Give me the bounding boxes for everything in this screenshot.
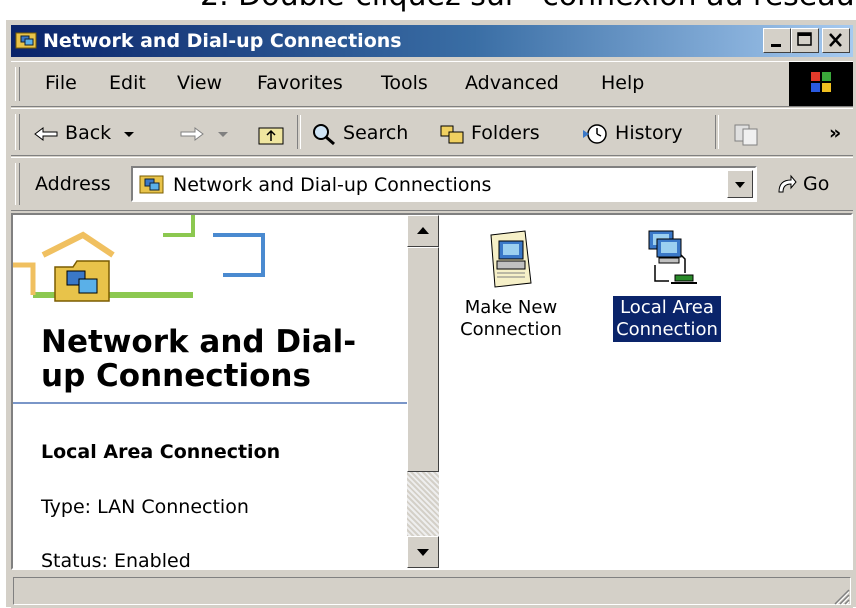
address-value: Network and Dial-up Connections — [173, 174, 492, 196]
arrow-up-icon — [417, 227, 429, 234]
vertical-scrollbar[interactable] — [407, 215, 439, 568]
item-label-line1: Local Area — [620, 297, 714, 318]
make-new-connection-icon — [490, 230, 532, 288]
close-button[interactable] — [822, 28, 850, 53]
move-to-button[interactable] — [731, 117, 761, 149]
document-heading: 2. Double-cliquez sur “connexion au rése… — [0, 0, 856, 18]
panel-title-line2: up Connections — [41, 358, 311, 394]
standard-toolbar: Back Search Folders History » — [11, 108, 853, 156]
arrow-down-icon — [417, 549, 429, 556]
scroll-down-button[interactable] — [407, 536, 439, 568]
toolbar-overflow-chevron[interactable]: » — [829, 117, 841, 149]
menu-bar: File Edit View Favorites Tools Advanced … — [11, 61, 853, 107]
history-label: History — [615, 122, 683, 144]
panel-title: Network and Dial- up Connections — [41, 325, 356, 393]
scroll-up-button[interactable] — [407, 215, 439, 247]
folders-icon — [440, 125, 464, 143]
up-folder-icon — [258, 127, 284, 144]
window-title: Network and Dial-up Connections — [43, 30, 402, 52]
menu-advanced[interactable]: Advanced — [465, 72, 559, 94]
network-folder-icon — [15, 32, 37, 49]
selected-item-status: Status: Enabled — [41, 550, 191, 568]
network-folder-icon — [139, 175, 164, 194]
close-icon — [829, 33, 842, 47]
item-label-line1: Make New — [464, 297, 558, 318]
menu-tools[interactable]: Tools — [381, 72, 428, 94]
selected-item-name: Local Area Connection — [41, 441, 281, 463]
address-label: Address — [35, 173, 111, 195]
title-bar[interactable]: Network and Dial-up Connections — [11, 25, 853, 57]
address-dropdown-button[interactable] — [727, 170, 753, 198]
windows-flag-icon — [811, 72, 831, 92]
content-area: Network and Dial- up Connections Local A… — [11, 213, 853, 570]
status-bar — [11, 573, 853, 608]
chevron-down-icon — [218, 131, 229, 137]
local-area-connection-icon — [648, 230, 697, 284]
move-to-icon — [734, 124, 758, 145]
chevron-down-icon — [735, 182, 745, 188]
network-folder-icon — [54, 260, 110, 302]
item-label-line2: Connection — [616, 319, 718, 340]
address-bar: Address Network and Dial-up Connections … — [11, 157, 853, 211]
local-area-connection-label: Local Area Connection — [613, 296, 721, 342]
document-heading-text: 2. Double-cliquez sur “connexion au rése… — [200, 0, 855, 13]
address-input[interactable]: Network and Dial-up Connections — [131, 166, 757, 202]
menu-grip[interactable] — [15, 67, 20, 101]
make-new-connection-item[interactable]: Make New Connection — [451, 227, 571, 342]
forward-arrow-icon — [180, 126, 204, 141]
menu-favorites[interactable]: Favorites — [257, 72, 343, 94]
folders-label: Folders — [471, 122, 540, 144]
item-label-line2: Connection — [460, 319, 562, 340]
status-pane — [13, 577, 851, 605]
search-label: Search — [343, 122, 409, 144]
panel-divider — [13, 402, 407, 404]
back-button[interactable]: Back — [33, 117, 135, 149]
go-arrow-icon — [778, 174, 797, 192]
make-new-connection-label: Make New Connection — [457, 296, 565, 342]
up-folder-button[interactable] — [257, 117, 285, 149]
toolbar-separator — [715, 115, 719, 149]
menu-edit[interactable]: Edit — [109, 72, 146, 94]
web-view-panel: Network and Dial- up Connections Local A… — [13, 215, 407, 568]
history-button[interactable]: History — [581, 117, 683, 149]
search-button[interactable]: Search — [311, 117, 408, 149]
panel-title-line1: Network and Dial- — [41, 324, 357, 360]
maximize-icon — [797, 32, 812, 46]
menu-file[interactable]: File — [45, 72, 77, 94]
forward-button[interactable] — [179, 117, 229, 149]
go-label: Go — [803, 173, 830, 195]
selected-item-type: Type: LAN Connection — [41, 496, 249, 518]
windows-logo — [789, 62, 853, 106]
folders-button[interactable]: Folders — [439, 117, 540, 149]
maximize-button[interactable] — [791, 28, 819, 53]
toolbar-separator — [297, 115, 301, 149]
minimize-icon — [771, 44, 781, 47]
menu-help[interactable]: Help — [601, 72, 644, 94]
toolbar-grip[interactable] — [15, 114, 20, 150]
back-label: Back — [65, 122, 112, 144]
menu-view[interactable]: View — [177, 72, 222, 94]
back-arrow-icon — [34, 126, 58, 141]
scroll-thumb[interactable] — [407, 247, 439, 472]
search-icon — [313, 123, 335, 145]
explorer-window: Network and Dial-up Connections File Edi… — [6, 20, 856, 608]
local-area-connection-item[interactable]: Local Area Connection — [607, 227, 727, 342]
go-button[interactable]: Go — [775, 173, 829, 196]
minimize-button[interactable] — [763, 28, 791, 53]
resize-grip-icon[interactable] — [831, 586, 851, 606]
address-grip[interactable] — [15, 163, 20, 205]
history-icon — [583, 123, 607, 144]
chevron-down-icon — [124, 131, 135, 137]
